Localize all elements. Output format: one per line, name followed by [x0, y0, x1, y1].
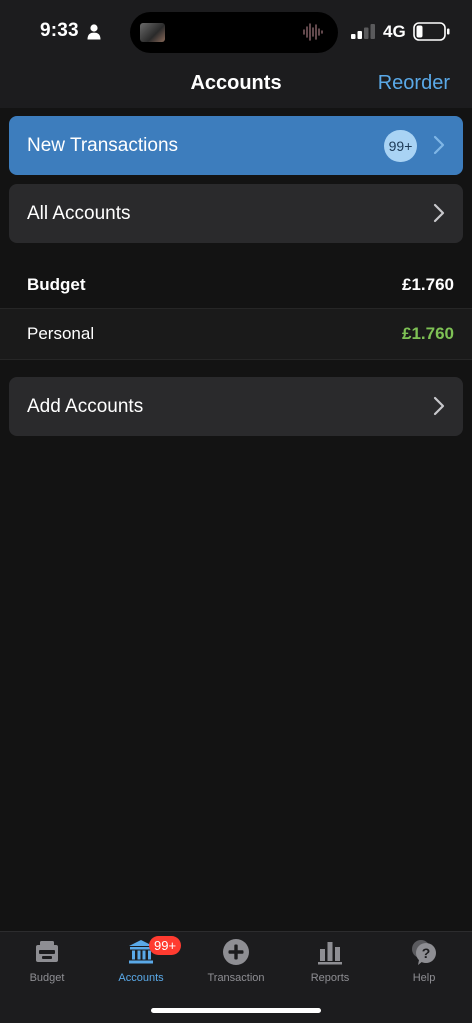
svg-text:?: ?: [422, 945, 431, 961]
tab-transaction[interactable]: Transaction: [189, 932, 283, 992]
budget-group-total: £1.760: [402, 275, 454, 294]
add-accounts-row[interactable]: Add Accounts: [9, 377, 463, 436]
chevron-right-icon: [433, 396, 445, 416]
new-transactions-label: New Transactions: [27, 135, 179, 156]
status-time: 9:33: [40, 20, 79, 41]
budget-icon: [36, 941, 58, 962]
account-row-personal[interactable]: Personal £1.760: [0, 308, 472, 360]
audio-waveform-icon: [303, 23, 323, 41]
reorder-button[interactable]: Reorder: [378, 72, 450, 95]
network-type: 4G: [383, 22, 406, 41]
add-accounts-label: Add Accounts: [27, 396, 144, 417]
bar-chart-icon: [318, 942, 342, 965]
status-bar: 9:33 4G: [0, 0, 472, 64]
battery-icon: [413, 22, 450, 41]
tab-reports-label: Reports: [310, 972, 350, 984]
budget-group-label: Budget: [27, 275, 86, 294]
navigation-bar: Accounts Reorder: [0, 64, 472, 108]
media-thumbnail-icon: [140, 23, 165, 42]
all-accounts-row[interactable]: All Accounts: [9, 184, 463, 243]
account-balance: £1.760: [402, 324, 454, 343]
account-name: Personal: [27, 324, 95, 343]
chevron-right-icon: [433, 203, 445, 223]
all-accounts-label: All Accounts: [27, 203, 131, 224]
accounts-badge: 99+: [149, 936, 182, 955]
tab-help[interactable]: ? Help: [377, 932, 471, 992]
tab-transaction-label: Transaction: [207, 972, 265, 984]
tab-accounts[interactable]: 99+ Accounts: [94, 932, 188, 992]
add-circle-icon: [223, 939, 249, 965]
dynamic-island[interactable]: [130, 12, 338, 53]
help-icon: ?: [412, 940, 436, 965]
tab-budget[interactable]: Budget: [0, 932, 94, 992]
tab-budget-label: Budget: [29, 972, 65, 984]
tab-reports[interactable]: Reports: [283, 932, 377, 992]
tab-accounts-label: Accounts: [118, 972, 164, 984]
cellular-signal-icon: [351, 24, 375, 39]
tab-help-label: Help: [412, 972, 436, 984]
chevron-right-icon: [433, 135, 445, 155]
home-indicator[interactable]: [151, 1008, 321, 1013]
new-transactions-row[interactable]: New Transactions 99+: [9, 116, 463, 175]
new-transactions-count-badge: 99+: [384, 130, 417, 162]
budget-group-header[interactable]: Budget £1.760: [0, 260, 472, 308]
person-icon: [87, 24, 101, 40]
